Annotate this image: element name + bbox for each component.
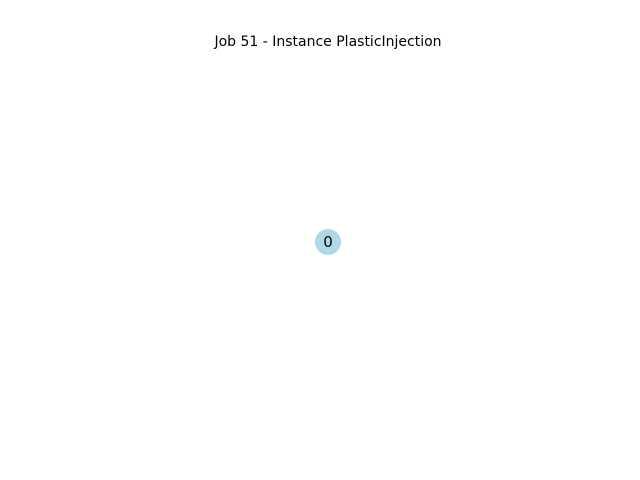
graph-canvas: 0 [315, 229, 341, 255]
graph-node: 0 [315, 229, 341, 255]
node-label: 0 [323, 233, 333, 251]
